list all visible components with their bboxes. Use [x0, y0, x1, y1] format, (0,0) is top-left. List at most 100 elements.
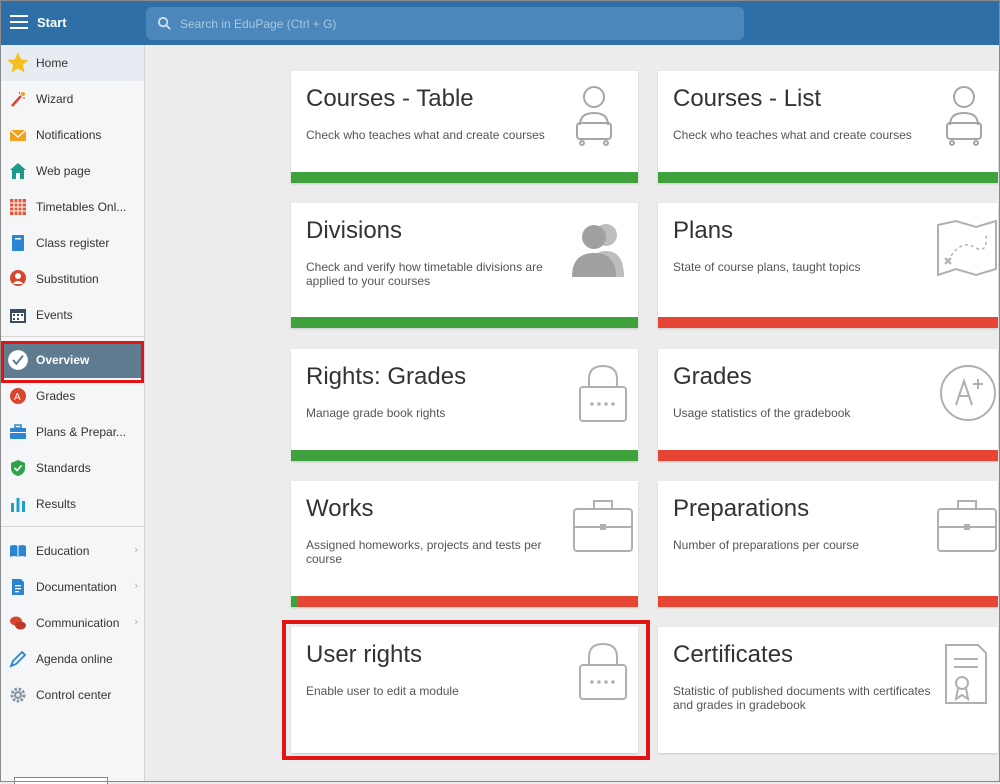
sidebar-item-label: Home — [36, 56, 69, 70]
sidebar-item-communication[interactable]: Communication › — [0, 605, 144, 641]
card-plans[interactable]: Plans State of course plans, taught topi… — [658, 203, 998, 328]
calendar-icon — [10, 309, 26, 323]
card-grades[interactable]: Grades Usage statistics of the gradebook — [658, 349, 998, 461]
chevron-right-icon: › — [134, 544, 138, 556]
card-preparations[interactable]: Preparations Number of preparations per … — [658, 481, 998, 607]
sidebar-item-label: Agenda online — [36, 652, 113, 666]
search-input[interactable]: Search in EduPage (Ctrl + G) — [180, 17, 336, 31]
briefcase-icon — [573, 500, 633, 552]
card-courses-list[interactable]: Courses - List Check who teaches what an… — [658, 71, 998, 183]
sidebar-item-events[interactable]: Events — [0, 297, 144, 333]
sidebar-item-label: Education — [36, 544, 90, 558]
card-description: Check who teaches what and create course… — [306, 128, 545, 142]
treasure-map-icon — [937, 219, 997, 277]
sidebar-item-web-page[interactable]: Web page — [0, 153, 144, 189]
padlock-icon — [579, 364, 627, 422]
card-title: Works — [306, 495, 374, 522]
briefcase-icon — [10, 424, 26, 439]
sidebar-footer-button[interactable] — [14, 777, 108, 784]
bar-chart-icon — [11, 498, 25, 512]
start-title[interactable]: Start — [37, 15, 67, 30]
substitute-person-icon — [10, 270, 26, 286]
sidebar-divider — [0, 336, 144, 337]
card-title: Plans — [673, 217, 734, 244]
chevron-right-icon: › — [134, 580, 138, 592]
card-courses-table[interactable]: Courses - Table Check who teaches what a… — [291, 71, 638, 183]
card-description: Manage grade book rights — [306, 406, 446, 420]
sidebar-item-class-register[interactable]: Class register — [0, 225, 144, 261]
sidebar-item-standards[interactable]: Standards — [0, 450, 144, 486]
sidebar-item-wizard[interactable]: Wizard — [0, 81, 144, 117]
card-title: Preparations — [673, 495, 810, 522]
shield-check-icon — [11, 460, 25, 476]
sidebar-item-label: Plans & Prepar... — [36, 425, 127, 439]
sidebar-item-label: Communication — [36, 616, 120, 630]
card-title: Certificates — [673, 641, 794, 668]
gear-icon — [10, 687, 26, 703]
card-description: Assigned homeworks, projects and tests p… — [306, 538, 542, 566]
card-status-bar — [291, 450, 638, 461]
card-status-bar — [658, 450, 998, 461]
briefcase-icon — [937, 500, 997, 552]
hamburger-menu-icon[interactable] — [10, 15, 28, 29]
search-box[interactable]: Search in EduPage (Ctrl + G) — [146, 7, 744, 40]
star-icon — [7, 52, 29, 73]
card-description: Statistic of published documents with ce… — [673, 684, 931, 712]
card-description: State of course plans, taught topics — [673, 260, 861, 274]
card-certificates[interactable]: Certificates Statistic of published docu… — [658, 627, 998, 753]
svg-text:A: A — [14, 392, 21, 403]
search-icon — [157, 16, 171, 30]
sidebar-item-results[interactable]: Results — [0, 486, 144, 522]
sidebar-item-home[interactable]: Home — [0, 45, 144, 81]
sidebar-item-label: Substitution — [36, 272, 99, 286]
sidebar-item-label: Control center — [36, 688, 112, 702]
book-icon — [12, 235, 24, 251]
pen-icon — [9, 650, 27, 668]
chevron-right-icon: › — [134, 616, 138, 628]
card-title: Rights: Grades — [306, 363, 467, 390]
teacher-desk-icon — [946, 86, 982, 146]
sidebar-item-control-center[interactable]: Control center — [0, 677, 144, 713]
card-description: Usage statistics of the gradebook — [673, 406, 851, 420]
sidebar-item-documentation[interactable]: Documentation › — [0, 569, 144, 605]
card-divisions[interactable]: Divisions Check and verify how timetable… — [291, 203, 638, 328]
grade-icon: A — [10, 388, 26, 404]
card-description: Check and verify how timetable divisions… — [306, 260, 543, 288]
envelope-icon — [9, 129, 27, 141]
card-status-bar — [291, 596, 638, 607]
sidebar-item-label: Notifications — [36, 128, 102, 142]
card-status-bar — [658, 172, 998, 183]
document-icon — [12, 579, 24, 595]
sidebar-item-agenda-online[interactable]: Agenda online — [0, 641, 144, 677]
card-status-bar — [291, 317, 638, 328]
sidebar-item-label: Events — [36, 308, 73, 322]
a-plus-grade-icon — [940, 365, 996, 421]
sidebar-item-label: Wizard — [36, 92, 74, 106]
card-description: Check who teaches what and create course… — [673, 128, 912, 142]
sidebar-item-label: Grades — [36, 389, 76, 403]
card-status-bar — [658, 317, 998, 328]
card-title: Divisions — [306, 217, 403, 244]
timetable-grid-icon — [10, 199, 26, 215]
open-book-icon — [10, 545, 26, 557]
sidebar-item-label: Web page — [36, 164, 91, 178]
sidebar-item-education[interactable]: Education › — [0, 533, 144, 569]
user-rights-highlight-frame — [282, 620, 650, 760]
chat-icon — [10, 616, 26, 630]
sidebar-item-grades[interactable]: A Grades — [0, 378, 144, 414]
sidebar-item-notifications[interactable]: Notifications — [0, 117, 144, 153]
sidebar-item-label: Timetables Onl... — [36, 200, 127, 214]
card-title: Courses - Table — [306, 85, 474, 112]
sidebar-divider — [0, 526, 144, 527]
card-rights-grades[interactable]: Rights: Grades Manage grade book rights — [291, 349, 638, 461]
sidebar-item-label: Documentation — [36, 580, 117, 594]
wand-icon — [11, 91, 25, 107]
sidebar-item-substitution[interactable]: Substitution — [0, 261, 144, 297]
sidebar-item-plans-preparations[interactable]: Plans & Prepar... — [0, 414, 144, 450]
teacher-desk-icon — [576, 86, 612, 146]
top-bar: Start Search in EduPage (Ctrl + G) — [0, 0, 1000, 45]
people-icon — [572, 224, 624, 277]
card-title: Grades — [673, 363, 752, 390]
sidebar-item-timetables[interactable]: Timetables Onl... — [0, 189, 144, 225]
card-works[interactable]: Works Assigned homeworks, projects and t… — [291, 481, 638, 607]
